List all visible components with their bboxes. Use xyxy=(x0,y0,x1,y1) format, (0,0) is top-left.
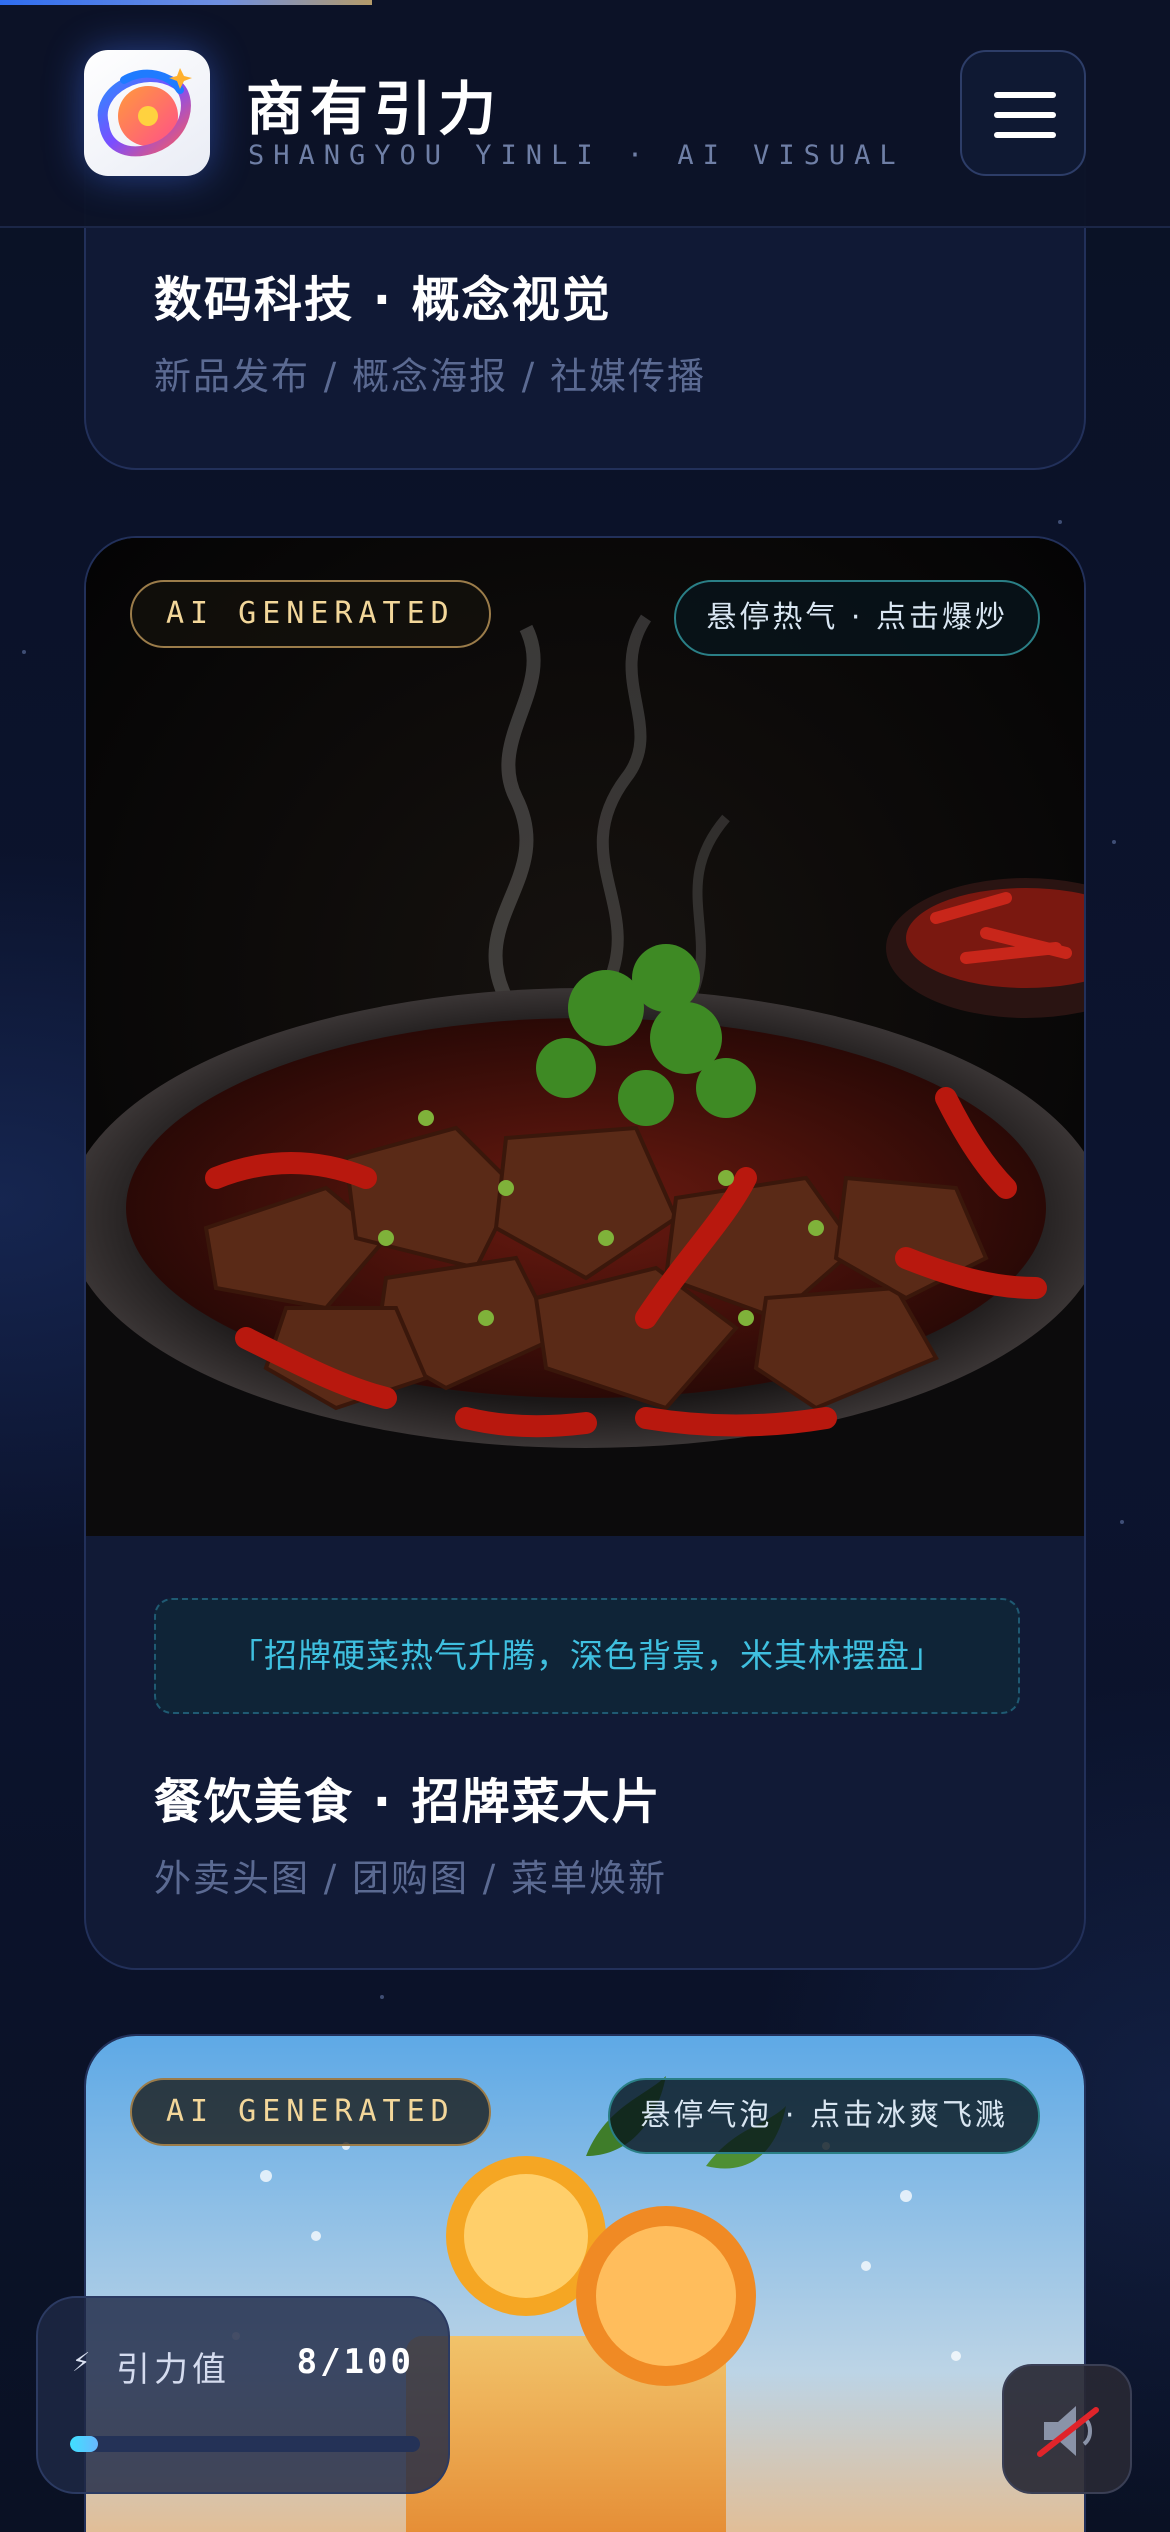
background-star xyxy=(22,650,26,654)
card-title: 数码科技 · 概念视觉 xyxy=(154,272,612,328)
hamburger-menu-button[interactable] xyxy=(960,50,1086,176)
sound-toggle-button[interactable] xyxy=(1002,2364,1132,2494)
meter-label: 引力值 xyxy=(116,2350,230,2390)
showcase-card-food[interactable]: AI GENERATED 悬停热气 · 点击爆炒 「招牌硬菜热气升腾，深色背景，… xyxy=(84,536,1086,1970)
gravity-meter: ⚡ 引力值 8/100 xyxy=(36,2296,450,2494)
ai-generated-badge: AI GENERATED xyxy=(130,2078,491,2146)
prompt-box: 「招牌硬菜热气升腾，深色背景，米其林摆盘」 xyxy=(154,1598,1020,1714)
site-header: 商有引力 SHANGYOU YINLI · AI VISUAL xyxy=(0,0,1170,228)
background-star xyxy=(1120,1520,1124,1524)
planet-swirl-logo-icon[interactable] xyxy=(84,50,210,176)
interaction-hint-badge: 悬停热气 · 点击爆炒 xyxy=(674,580,1040,656)
lightning-icon: ⚡ xyxy=(72,2348,91,2378)
hamburger-icon xyxy=(994,92,1056,98)
speaker-muted-icon xyxy=(1037,2406,1099,2457)
background-star xyxy=(1112,840,1116,844)
card-tags: 新品发布 / 概念海报 / 社媒传播 xyxy=(154,355,706,398)
meter-value: 8/100 xyxy=(296,2342,414,2382)
brand-name: 商有引力 xyxy=(246,75,503,143)
hamburger-icon xyxy=(994,112,1056,118)
card-title: 餐饮美食 · 招牌菜大片 xyxy=(154,1774,662,1830)
background-star xyxy=(380,1995,384,1999)
interaction-hint-badge: 悬停气泡 · 点击冰爽飞溅 xyxy=(608,2078,1040,2154)
dish-photo[interactable] xyxy=(86,538,1084,1536)
hamburger-icon xyxy=(994,132,1056,138)
card-tags: 外卖头图 / 团购图 / 菜单焕新 xyxy=(154,1857,667,1900)
meter-track xyxy=(70,2436,420,2452)
meter-fill xyxy=(70,2436,98,2452)
ai-generated-badge: AI GENERATED xyxy=(130,580,491,648)
scroll-progress-bar xyxy=(0,0,372,5)
brand-subtitle: SHANGYOU YINLI · AI VISUAL xyxy=(248,140,905,171)
background-star xyxy=(1058,520,1062,524)
